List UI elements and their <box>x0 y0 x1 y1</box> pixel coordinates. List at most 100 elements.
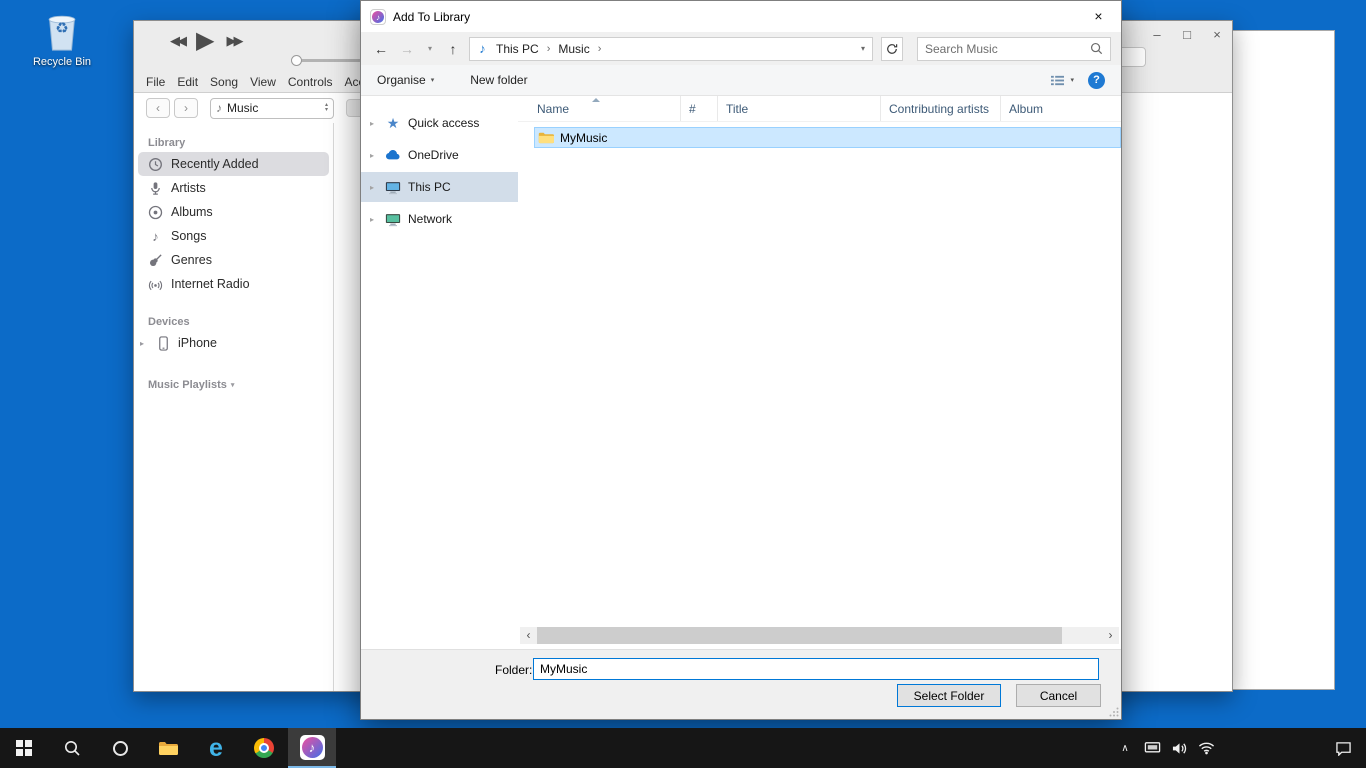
itunes-taskbar-button[interactable]: ♪ <box>288 728 336 768</box>
sidebar-item-recently-added[interactable]: Recently Added <box>138 152 329 176</box>
maximize-button[interactable]: □ <box>1180 27 1194 42</box>
scrollbar-track[interactable] <box>537 627 1102 644</box>
search-icon <box>63 739 81 757</box>
music-note-icon: ♪ <box>148 229 163 244</box>
select-folder-button[interactable]: Select Folder <box>897 684 1001 707</box>
playlists-section-header[interactable]: Music Playlists ▾ <box>148 379 333 391</box>
menu-file[interactable]: File <box>146 75 165 89</box>
minimize-button[interactable]: – <box>1150 27 1164 42</box>
help-button[interactable]: ? <box>1088 72 1105 89</box>
chevron-down-icon: ▾ <box>231 381 235 389</box>
start-button[interactable] <box>0 728 48 768</box>
show-hidden-icons-button[interactable]: ∧ <box>1116 743 1134 754</box>
expander-icon[interactable]: ▸ <box>370 119 374 128</box>
volume-knob[interactable] <box>291 55 302 66</box>
scroll-right-arrow[interactable]: › <box>1102 627 1119 644</box>
organise-menu-button[interactable]: Organise ▾ <box>377 73 434 87</box>
sidebar-item-quick-access[interactable]: ▸ ★ Quick access <box>361 108 518 138</box>
dialog-titlebar[interactable]: ♪ Add To Library × <box>361 1 1121 32</box>
music-note-icon: ♪ <box>216 101 222 115</box>
folder-name-input[interactable] <box>533 658 1099 680</box>
volume-icon[interactable] <box>1171 741 1188 756</box>
search-box[interactable] <box>917 37 1111 61</box>
breadcrumb-chevron-icon[interactable]: › <box>545 43 553 55</box>
refresh-button[interactable] <box>881 37 903 61</box>
sidebar-item-genres[interactable]: Genres <box>134 248 333 272</box>
iphone-icon <box>157 336 170 351</box>
taskbar-search-button[interactable] <box>48 728 96 768</box>
sidebar-item-songs[interactable]: ♪ Songs <box>134 224 333 248</box>
search-icon <box>1090 42 1103 55</box>
resize-grip[interactable] <box>1109 707 1119 717</box>
edge-button[interactable]: e <box>192 728 240 768</box>
cortana-button[interactable] <box>96 728 144 768</box>
sidebar-item-iphone[interactable]: ▸ iPhone <box>134 331 333 355</box>
network-wifi-icon[interactable] <box>1198 741 1215 755</box>
media-kind-selector[interactable]: ♪ Music ▴▾ <box>210 98 334 119</box>
volume-slider[interactable] <box>292 59 364 62</box>
network-icon <box>385 212 401 227</box>
file-name: MyMusic <box>560 131 607 145</box>
recycle-symbol-icon: ♻ <box>40 19 84 37</box>
column-header-contributing-artists[interactable]: Contributing artists <box>881 96 1001 121</box>
expander-icon[interactable]: ▸ <box>370 215 374 224</box>
change-view-button[interactable]: ▾ <box>1050 74 1074 87</box>
close-button[interactable]: × <box>1210 27 1224 42</box>
sidebar-item-onedrive[interactable]: ▸ OneDrive <box>361 140 518 170</box>
rewind-button[interactable]: ◀◀ <box>170 33 184 49</box>
nav-back-button[interactable]: ← <box>371 41 391 57</box>
horizontal-scrollbar[interactable]: ‹ › <box>520 627 1119 644</box>
radio-waves-icon <box>148 277 163 292</box>
svg-text:♪: ♪ <box>376 13 380 22</box>
sidebar-item-internet-radio[interactable]: Internet Radio <box>134 272 333 296</box>
itunes-app-icon: ♪ <box>370 9 386 25</box>
action-center-button[interactable] <box>1335 741 1352 756</box>
file-explorer-button[interactable] <box>144 728 192 768</box>
windows-logo-icon <box>16 740 32 756</box>
nav-up-button[interactable]: ↑ <box>443 41 463 57</box>
nav-forward-button[interactable]: → <box>397 41 417 57</box>
breadcrumb-this-pc[interactable]: This PC <box>493 42 542 56</box>
menu-view[interactable]: View <box>250 75 276 89</box>
breadcrumb-chevron-icon[interactable]: › <box>596 43 604 55</box>
scroll-left-arrow[interactable]: ‹ <box>520 627 537 644</box>
menu-edit[interactable]: Edit <box>177 75 198 89</box>
search-input[interactable] <box>925 42 1085 56</box>
chrome-button[interactable] <box>240 728 288 768</box>
microphone-icon <box>148 181 163 196</box>
sidebar-item-albums[interactable]: Albums <box>134 200 333 224</box>
play-button[interactable]: ▶ <box>196 29 214 53</box>
recycle-bin-label: Recycle Bin <box>32 56 92 68</box>
folder-field-label: Folder: <box>495 663 531 677</box>
address-bar[interactable]: ♪ This PC › Music › ▾ <box>469 37 873 61</box>
scrollbar-thumb[interactable] <box>537 627 1062 644</box>
folder-icon <box>158 740 178 756</box>
file-row-mymusic[interactable]: MyMusic <box>534 127 1121 148</box>
sidebar-item-artists[interactable]: Artists <box>134 176 333 200</box>
itunes-forward-button[interactable]: › <box>174 98 198 118</box>
itunes-sidebar: Library Recently Added Artists Albums ♪ … <box>134 123 334 691</box>
sidebar-item-this-pc[interactable]: ▸ This PC <box>361 172 518 202</box>
column-header-number[interactable]: # <box>681 96 718 121</box>
column-header-album[interactable]: Album <box>1001 96 1121 121</box>
breadcrumb-music[interactable]: Music <box>555 42 592 56</box>
display-icon[interactable] <box>1144 741 1161 755</box>
menu-controls[interactable]: Controls <box>288 75 333 89</box>
dialog-close-button[interactable]: × <box>1076 1 1121 31</box>
menu-song[interactable]: Song <box>210 75 238 89</box>
expander-icon[interactable]: ▸ <box>140 339 149 348</box>
cancel-button[interactable]: Cancel <box>1016 684 1101 707</box>
new-folder-button[interactable]: New folder <box>470 73 527 87</box>
expander-icon[interactable]: ▸ <box>370 183 374 192</box>
fast-forward-button[interactable]: ▶▶ <box>226 33 240 49</box>
expander-icon[interactable]: ▸ <box>370 151 374 160</box>
address-dropdown-icon[interactable]: ▾ <box>861 44 867 53</box>
recycle-bin-shortcut[interactable]: ♻ Recycle Bin <box>32 10 92 68</box>
recent-locations-dropdown[interactable]: ▾ <box>423 44 437 53</box>
column-header-title[interactable]: Title <box>718 96 881 121</box>
itunes-back-button[interactable]: ‹ <box>146 98 170 118</box>
column-header-name[interactable]: Name <box>518 96 681 121</box>
sidebar-item-network[interactable]: ▸ Network <box>361 204 518 234</box>
navigation-pane: ▸ ★ Quick access ▸ OneDrive ▸ This PC ▸ <box>361 96 518 649</box>
folder-icon <box>538 131 554 144</box>
